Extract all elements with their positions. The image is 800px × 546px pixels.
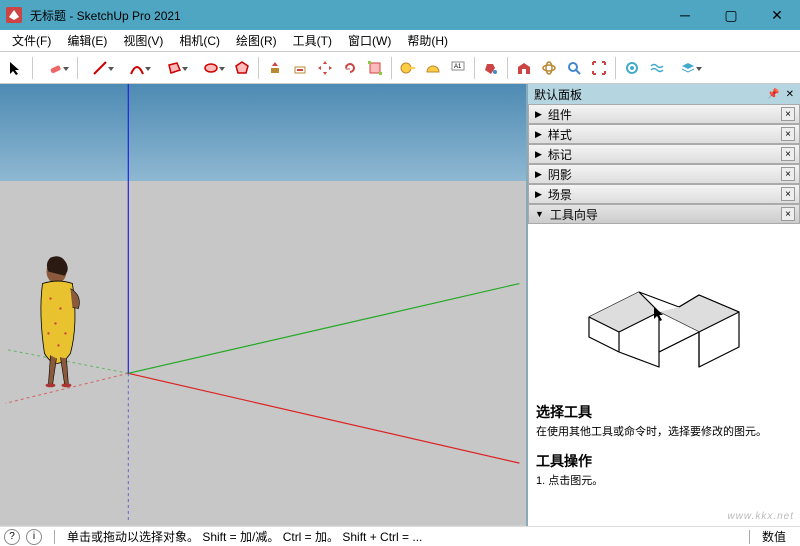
select-tool[interactable]: [4, 56, 28, 80]
panel-styles[interactable]: ▶样式×: [528, 124, 800, 144]
tray-header[interactable]: 默认面板 📌 ✕: [528, 84, 800, 104]
panel-tags[interactable]: ▶标记×: [528, 144, 800, 164]
pin-icon[interactable]: 📌: [767, 89, 779, 100]
menu-help[interactable]: 帮助(H): [399, 30, 456, 51]
orbit-tool[interactable]: [537, 56, 561, 80]
panel-scenes[interactable]: ▶场景×: [528, 184, 800, 204]
ext-waves-tool[interactable]: [645, 56, 669, 80]
menu-view[interactable]: 视图(V): [115, 30, 171, 51]
tray-title: 默认面板: [534, 86, 582, 103]
menu-camera[interactable]: 相机(C): [171, 30, 228, 51]
titlebar: 无标题 - SketchUp Pro 2021 ─ ▢ ✕: [0, 0, 800, 30]
instructor-ops-title: 工具操作: [536, 451, 792, 471]
ext-gear-tool[interactable]: [620, 56, 644, 80]
panel-components[interactable]: ▶组件×: [528, 104, 800, 124]
close-icon[interactable]: ×: [781, 147, 795, 161]
close-icon[interactable]: ×: [781, 207, 795, 221]
menu-window[interactable]: 窗口(W): [340, 30, 399, 51]
polygon-tool[interactable]: [230, 56, 254, 80]
protractor-tool[interactable]: [421, 56, 445, 80]
close-icon[interactable]: ×: [781, 127, 795, 141]
default-tray: 默认面板 📌 ✕ ▶组件× ▶样式× ▶标记× ▶阴影× ▶场景× ▼工具向导×: [526, 84, 800, 526]
move-tool[interactable]: [313, 56, 337, 80]
close-icon[interactable]: ×: [781, 167, 795, 181]
rotate-tool[interactable]: [338, 56, 362, 80]
tray-close-icon[interactable]: ✕: [786, 89, 794, 100]
app-icon: [6, 7, 22, 23]
panel-instructor[interactable]: ▼工具向导×: [528, 204, 800, 224]
info-icon[interactable]: i: [26, 529, 42, 545]
eraser-tool[interactable]: [37, 56, 73, 80]
instructor-title: 选择工具: [536, 402, 792, 422]
close-icon[interactable]: ×: [781, 107, 795, 121]
close-button[interactable]: ✕: [754, 0, 800, 30]
pushpull-tool[interactable]: [263, 56, 287, 80]
instructor-image: [536, 232, 792, 392]
menubar: 文件(F) 编辑(E) 视图(V) 相机(C) 绘图(R) 工具(T) 窗口(W…: [0, 30, 800, 52]
figure-person[interactable]: [41, 256, 80, 387]
minimize-button[interactable]: ─: [662, 0, 708, 30]
tape-tool[interactable]: [396, 56, 420, 80]
warehouse-tool[interactable]: [512, 56, 536, 80]
status-message: 单击或拖动以选择对象。 Shift = 加/减。 Ctrl = 加。 Shift…: [67, 528, 737, 545]
text-tool[interactable]: A1: [446, 56, 470, 80]
menu-edit[interactable]: 编辑(E): [59, 30, 115, 51]
maximize-button[interactable]: ▢: [708, 0, 754, 30]
instructor-desc: 在使用其他工具或命令时，选择要修改的图元。: [536, 424, 792, 441]
scale-tool[interactable]: [363, 56, 387, 80]
menu-file[interactable]: 文件(F): [4, 30, 59, 51]
line-tool[interactable]: [82, 56, 118, 80]
window-title: 无标题 - SketchUp Pro 2021: [30, 7, 662, 24]
statusbar: ? i 单击或拖动以选择对象。 Shift = 加/减。 Ctrl = 加。 S…: [0, 526, 800, 546]
panel-shadows[interactable]: ▶阴影×: [528, 164, 800, 184]
close-icon[interactable]: ×: [781, 187, 795, 201]
vcb-label: 数值: [762, 528, 796, 545]
zoom-tool[interactable]: [562, 56, 586, 80]
instructor-content: 选择工具 在使用其他工具或命令时，选择要修改的图元。 工具操作 1. 点击图元。: [528, 224, 800, 526]
svg-text:A1: A1: [454, 64, 462, 70]
rectangle-tool[interactable]: [156, 56, 192, 80]
instructor-ops-line: 1. 点击图元。: [536, 473, 792, 490]
viewport-3d[interactable]: [0, 84, 526, 526]
menu-draw[interactable]: 绘图(R): [228, 30, 285, 51]
circle-tool[interactable]: [193, 56, 229, 80]
menu-tools[interactable]: 工具(T): [285, 30, 340, 51]
paint-tool[interactable]: [479, 56, 503, 80]
arc-tool[interactable]: [119, 56, 155, 80]
toolbar: A1: [0, 52, 800, 84]
help-icon[interactable]: ?: [4, 529, 20, 545]
ext-layers-tool[interactable]: [670, 56, 706, 80]
offset-tool[interactable]: [288, 56, 312, 80]
zoom-extents-tool[interactable]: [587, 56, 611, 80]
window-buttons: ─ ▢ ✕: [662, 0, 800, 30]
